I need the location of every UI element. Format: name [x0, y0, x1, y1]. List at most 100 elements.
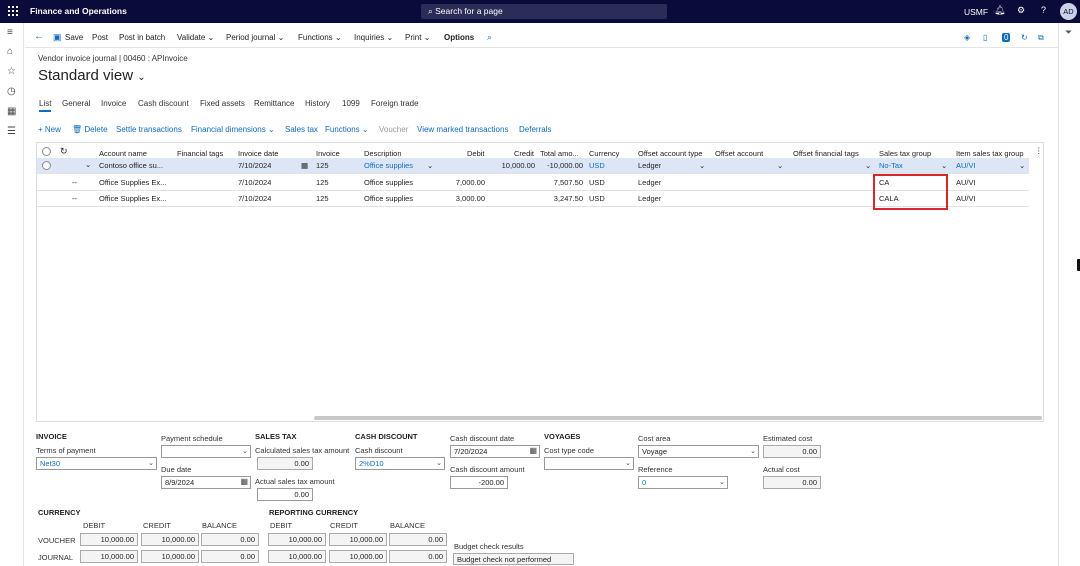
notification-bell-icon[interactable]: 🔔︎ — [994, 5, 1005, 16]
help-icon[interactable]: ? — [1041, 5, 1046, 15]
home-icon[interactable]: ⌂ — [7, 46, 13, 57]
cash-discount-date-input[interactable]: 7/20/2024 ▦ — [450, 445, 540, 458]
deferrals-button[interactable]: Deferrals — [519, 125, 551, 134]
settings-gear-icon[interactable]: ⚙ — [1017, 5, 1025, 16]
actual-sales-tax-input[interactable]: 0.00 — [257, 488, 313, 501]
cell-offset-type[interactable]: Ledger — [638, 178, 661, 187]
cash-discount-amount-input[interactable]: -200.00 — [450, 476, 508, 489]
cell-item-sales-tax-group[interactable]: AU/VI — [956, 194, 976, 203]
cell-invoice[interactable]: 125 — [316, 178, 329, 187]
col-item-sales-tax-group[interactable]: Item sales tax group — [956, 149, 1024, 158]
period-journal-menu[interactable]: Period journal ⌄ — [226, 33, 284, 42]
cost-type-code-select[interactable]: ⌄ — [544, 457, 634, 470]
cell-currency[interactable]: USD — [589, 161, 605, 170]
calendar-icon[interactable]: ▦ — [529, 446, 537, 455]
tab-foreign-trade[interactable]: Foreign trade — [371, 99, 419, 108]
post-button[interactable]: Post — [92, 33, 108, 42]
company-picker[interactable]: USMF — [964, 7, 988, 17]
col-offset-account[interactable]: Offset account — [715, 149, 763, 158]
save-button[interactable]: Save — [65, 33, 83, 42]
hamburger-icon[interactable]: ≡ — [7, 27, 13, 38]
settle-transactions-button[interactable]: Settle transactions — [116, 125, 182, 134]
cell-description[interactable]: Office supplies — [364, 161, 413, 170]
cell-invoice[interactable]: 125 — [316, 161, 329, 170]
chevron-down-icon[interactable]: ⌄ — [427, 161, 433, 170]
col-total-amount[interactable]: Total amo... — [540, 149, 579, 158]
col-credit[interactable]: Credit — [514, 149, 534, 158]
tab-general[interactable]: General — [62, 99, 90, 108]
cell-invoice[interactable]: 125 — [316, 194, 329, 203]
col-financial-tags[interactable]: Financial tags — [177, 149, 223, 158]
row-select-radio[interactable] — [42, 161, 51, 170]
col-invoice-date[interactable]: Invoice date — [238, 149, 278, 158]
validate-menu[interactable]: Validate ⌄ — [177, 33, 214, 42]
view-marked-transactions-button[interactable]: View marked transactions — [417, 125, 508, 134]
print-menu[interactable]: Print ⌄ — [405, 33, 430, 42]
cell-account-name[interactable]: Contoso office su... — [99, 161, 173, 170]
col-sales-tax-group[interactable]: Sales tax group — [879, 149, 931, 158]
workspaces-icon[interactable]: ▦ — [7, 106, 16, 117]
cell-account-name[interactable]: Office Supplies Ex... — [99, 194, 173, 203]
col-debit[interactable]: Debit — [467, 149, 485, 158]
functions-menu[interactable]: Functions ⌄ — [298, 33, 342, 42]
refresh-icon[interactable]: ↻ — [1021, 33, 1028, 42]
tab-remittance[interactable]: Remittance — [254, 99, 294, 108]
options-button[interactable]: Options — [444, 33, 474, 42]
cell-currency[interactable]: USD — [589, 194, 605, 203]
cell-account-name[interactable]: Office Supplies Ex... — [99, 178, 173, 187]
inquiries-menu[interactable]: Inquiries ⌄ — [354, 33, 393, 42]
calendar-icon[interactable]: ▦ — [301, 161, 308, 170]
more-columns-icon[interactable]: ⋮ — [1035, 146, 1043, 155]
cell-invoice-date[interactable]: 7/10/2024 — [238, 161, 271, 170]
terms-of-payment-select[interactable]: Net30 ⌄ — [36, 457, 157, 470]
col-offset-account-type[interactable]: Offset account type — [638, 149, 702, 158]
select-all-radio[interactable] — [42, 147, 51, 156]
col-currency[interactable]: Currency — [589, 149, 619, 158]
recent-clock-icon[interactable]: ◷ — [7, 86, 16, 97]
reference-select[interactable]: 0 ⌄ — [638, 476, 728, 489]
chevron-down-icon[interactable]: ⌄ — [941, 161, 947, 170]
grid-functions-menu[interactable]: Functions ⌄ — [325, 125, 369, 134]
col-description[interactable]: Description — [364, 149, 402, 158]
cell-offset-type[interactable]: Ledger — [638, 194, 661, 203]
cell-currency[interactable]: USD — [589, 178, 605, 187]
col-invoice[interactable]: Invoice — [316, 149, 340, 158]
due-date-input[interactable]: 8/9/2024 ▦ — [161, 476, 251, 489]
new-button[interactable]: + New — [38, 125, 61, 134]
calendar-icon[interactable]: ▦ — [240, 477, 248, 486]
col-account-name[interactable]: Account name — [99, 149, 147, 158]
office-icon[interactable]: ▯ — [983, 33, 987, 42]
cell-description[interactable]: Office supplies — [364, 194, 413, 203]
cell-invoice-date[interactable]: 7/10/2024 — [238, 194, 271, 203]
favorites-star-icon[interactable]: ☆ — [7, 66, 16, 77]
tab-1099[interactable]: 1099 — [342, 99, 360, 108]
cell-debit[interactable]: 3,000.00 — [439, 194, 485, 203]
tab-list[interactable]: List — [39, 99, 52, 112]
cell-item-sales-tax-group[interactable]: AU/VI — [956, 161, 976, 170]
payment-schedule-select[interactable]: ⌄ — [161, 445, 251, 458]
cell-debit[interactable]: 7,000.00 — [439, 178, 485, 187]
cell-invoice-date[interactable]: 7/10/2024 — [238, 178, 271, 187]
modules-list-icon[interactable]: ☰ — [7, 126, 16, 137]
tab-fixed-assets[interactable]: Fixed assets — [200, 99, 245, 108]
cell-item-sales-tax-group[interactable]: AU/VI — [956, 178, 976, 187]
attachments-badge[interactable]: 0 — [1002, 33, 1011, 42]
tab-history[interactable]: History — [305, 99, 330, 108]
cell-sales-tax-group[interactable]: No-Tax — [879, 161, 903, 170]
back-arrow-icon[interactable]: ← — [34, 31, 44, 42]
search-box[interactable]: ⌕ Search for a page — [421, 4, 667, 19]
cell-credit[interactable]: 10,000.00 — [487, 161, 535, 170]
horizontal-scrollbar[interactable] — [314, 416, 1042, 420]
cost-area-select[interactable]: Voyage ⌄ — [638, 445, 759, 458]
diamond-icon[interactable]: ◈ — [964, 33, 970, 42]
filter-icon[interactable]: ⏷ — [1065, 27, 1072, 38]
app-launcher-icon[interactable] — [8, 6, 18, 16]
financial-dimensions-menu[interactable]: Financial dimensions ⌄ — [191, 125, 275, 134]
cell-description[interactable]: Office supplies — [364, 178, 413, 187]
open-in-new-window-icon[interactable]: ⧉ — [1038, 33, 1044, 43]
search-icon[interactable]: ⌕ — [487, 32, 492, 43]
chevron-down-icon[interactable]: ⌄ — [1019, 161, 1025, 170]
chevron-down-icon[interactable]: ⌄ — [699, 161, 705, 170]
col-offset-financial-tags[interactable]: Offset financial tags — [793, 149, 859, 158]
tab-invoice[interactable]: Invoice — [101, 99, 126, 108]
